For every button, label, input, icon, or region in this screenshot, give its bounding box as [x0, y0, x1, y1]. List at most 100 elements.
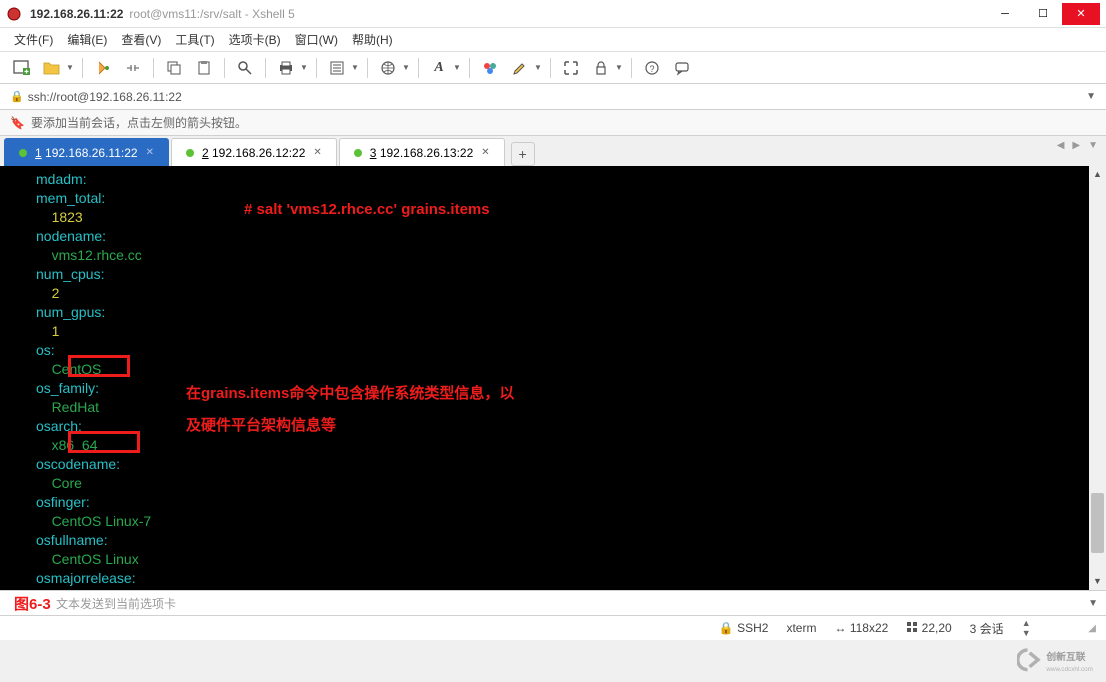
font-dropdown-icon[interactable]: ▼ [453, 63, 461, 72]
print-dropdown-icon[interactable]: ▼ [300, 63, 308, 72]
menu-edit[interactable]: 编辑(E) [67, 31, 107, 48]
scroll-up-icon[interactable]: ▲ [1089, 166, 1106, 183]
lock-dropdown-icon[interactable]: ▼ [615, 63, 623, 72]
menu-tools[interactable]: 工具(T) [175, 31, 214, 48]
print-icon[interactable] [274, 56, 298, 80]
tab-close-icon[interactable]: ✕ [146, 147, 154, 158]
window-title: 192.168.26.11:22 [30, 7, 123, 21]
menu-window[interactable]: 窗口(W) [295, 31, 338, 48]
menu-file[interactable]: 文件(F) [14, 31, 53, 48]
lock-icon[interactable] [589, 56, 613, 80]
globe-icon[interactable] [376, 56, 400, 80]
terminal-key-line: osmajorrelease: [36, 569, 1106, 588]
maximize-button[interactable]: ☐ [1024, 3, 1062, 25]
menu-tab[interactable]: 选项卡(B) [229, 31, 281, 48]
address-text: ssh://root@192.168.26.11:22 [28, 90, 1086, 104]
terminal-value-line: 1823 [36, 208, 1106, 227]
help-icon[interactable]: ? [640, 56, 664, 80]
annotation-command: # salt 'vms12.rhce.cc' grains.items [244, 200, 490, 219]
terminal-value-line: Core [36, 474, 1106, 493]
highlight-dropdown-icon[interactable]: ▼ [534, 63, 542, 72]
status-sessions-dropdown-icon[interactable]: ▲▼ [1022, 618, 1031, 638]
tab-close-icon[interactable]: ✕ [313, 147, 321, 158]
tab-next-icon[interactable]: ▶ [1072, 140, 1080, 151]
terminal[interactable]: mdadm:mem_total: 1823nodename: vms12.rhc… [0, 166, 1106, 590]
open-dropdown-icon[interactable]: ▼ [66, 63, 74, 72]
globe-dropdown-icon[interactable]: ▼ [402, 63, 410, 72]
disconnect-icon[interactable] [121, 56, 145, 80]
terminal-key-line: osfullname: [36, 531, 1106, 550]
menu-help[interactable]: 帮助(H) [352, 31, 393, 48]
status-dot-icon [354, 149, 362, 157]
color-icon[interactable] [478, 56, 502, 80]
input-bar[interactable]: 图6-3 文本发送到当前选项卡 ▼ [0, 590, 1106, 616]
terminal-key-line: num_gpus: [36, 303, 1106, 322]
tab-session-2[interactable]: 2 192.168.26.12:22 ✕ [171, 138, 337, 166]
terminal-key-line: num_cpus: [36, 265, 1106, 284]
reconnect-icon[interactable] [91, 56, 115, 80]
figure-label: 图6-3 [14, 593, 51, 614]
tab-list-icon[interactable]: ▼ [1088, 140, 1098, 151]
resize-grip-icon[interactable]: ◢ [1088, 623, 1096, 634]
terminal-key-line: nodename: [36, 227, 1106, 246]
close-button[interactable]: ✕ [1062, 3, 1100, 25]
tab-label: 1 192.168.26.11:22 [35, 146, 138, 160]
hint-bar: 🔖 要添加当前会话，点击左侧的箭头按钮。 [0, 110, 1106, 136]
bookmark-icon[interactable]: 🔖 [10, 116, 25, 130]
status-dot-icon [186, 149, 194, 157]
terminal-value-line: x86_64 [36, 436, 1106, 455]
terminal-value-line: 2 [36, 284, 1106, 303]
address-dropdown-icon[interactable]: ▼ [1086, 91, 1096, 102]
scroll-track[interactable] [1089, 183, 1106, 573]
toolbar: ▼ ▼ ▼ ▼ A▼ ▼ ▼ ? [0, 52, 1106, 84]
find-icon[interactable] [233, 56, 257, 80]
properties-dropdown-icon[interactable]: ▼ [351, 63, 359, 72]
tabs-bar: 1 192.168.26.11:22 ✕ 2 192.168.26.12:22 … [0, 136, 1106, 166]
annotation-description-line1: 在grains.items命令中包含操作系统类型信息，以 [186, 384, 514, 403]
hint-text: 要添加当前会话，点击左侧的箭头按钮。 [31, 114, 247, 131]
minimize-button[interactable]: ─ [986, 3, 1024, 25]
open-icon[interactable] [40, 56, 64, 80]
font-icon[interactable]: A [427, 56, 451, 80]
terminal-value-line: CentOS Linux [36, 550, 1106, 569]
svg-text:创新互联: 创新互联 [1045, 649, 1085, 662]
terminal-value-line: CentOS Linux-7 [36, 512, 1106, 531]
lock-small-icon: 🔒 [10, 90, 24, 103]
status-sessions: 3 会话 [970, 620, 1004, 637]
copy-icon[interactable] [162, 56, 186, 80]
terminal-value-line: 1 [36, 322, 1106, 341]
tab-label: 2 192.168.26.12:22 [202, 146, 305, 160]
svg-text:www.cdcxhl.com: www.cdcxhl.com [1045, 666, 1093, 673]
terminal-key-line: oscodename: [36, 455, 1106, 474]
scroll-thumb[interactable] [1091, 493, 1104, 553]
window-subtitle: root@vms11:/srv/salt - Xshell 5 [129, 7, 294, 21]
properties-icon[interactable] [325, 56, 349, 80]
tab-label: 3 192.168.26.13:22 [370, 146, 473, 160]
title-bar: 192.168.26.11:22 root@vms11:/srv/salt - … [0, 0, 1106, 28]
input-dropdown-icon[interactable]: ▼ [1088, 598, 1098, 609]
tab-session-1[interactable]: 1 192.168.26.11:22 ✕ [4, 138, 169, 166]
app-icon [6, 6, 22, 22]
terminal-key-line: mem_total: [36, 189, 1106, 208]
tab-add-button[interactable]: + [511, 142, 535, 166]
scrollbar[interactable]: ▲ ▼ [1089, 166, 1106, 590]
terminal-key-line: osfinger: [36, 493, 1106, 512]
menu-view[interactable]: 查看(V) [121, 31, 161, 48]
svg-text:?: ? [649, 64, 654, 74]
highlight-icon[interactable] [508, 56, 532, 80]
paste-icon[interactable] [192, 56, 216, 80]
tab-prev-icon[interactable]: ◀ [1057, 140, 1065, 151]
window-controls: ─ ☐ ✕ [986, 3, 1100, 25]
status-size: ↔ 118x22 [834, 621, 888, 635]
fullscreen-icon[interactable] [559, 56, 583, 80]
scroll-down-icon[interactable]: ▼ [1089, 573, 1106, 590]
status-pos: 22,20 [906, 621, 951, 635]
tab-session-3[interactable]: 3 192.168.26.13:22 ✕ [339, 138, 505, 166]
new-session-icon[interactable] [10, 56, 34, 80]
terminal-value-line: vms12.rhce.cc [36, 246, 1106, 265]
watermark: 创新互联 www.cdcxhl.com [1014, 640, 1104, 680]
highlight-box-os [68, 355, 130, 377]
chat-icon[interactable] [670, 56, 694, 80]
tab-close-icon[interactable]: ✕ [481, 147, 489, 158]
address-bar[interactable]: 🔒 ssh://root@192.168.26.11:22 ▼ [0, 84, 1106, 110]
